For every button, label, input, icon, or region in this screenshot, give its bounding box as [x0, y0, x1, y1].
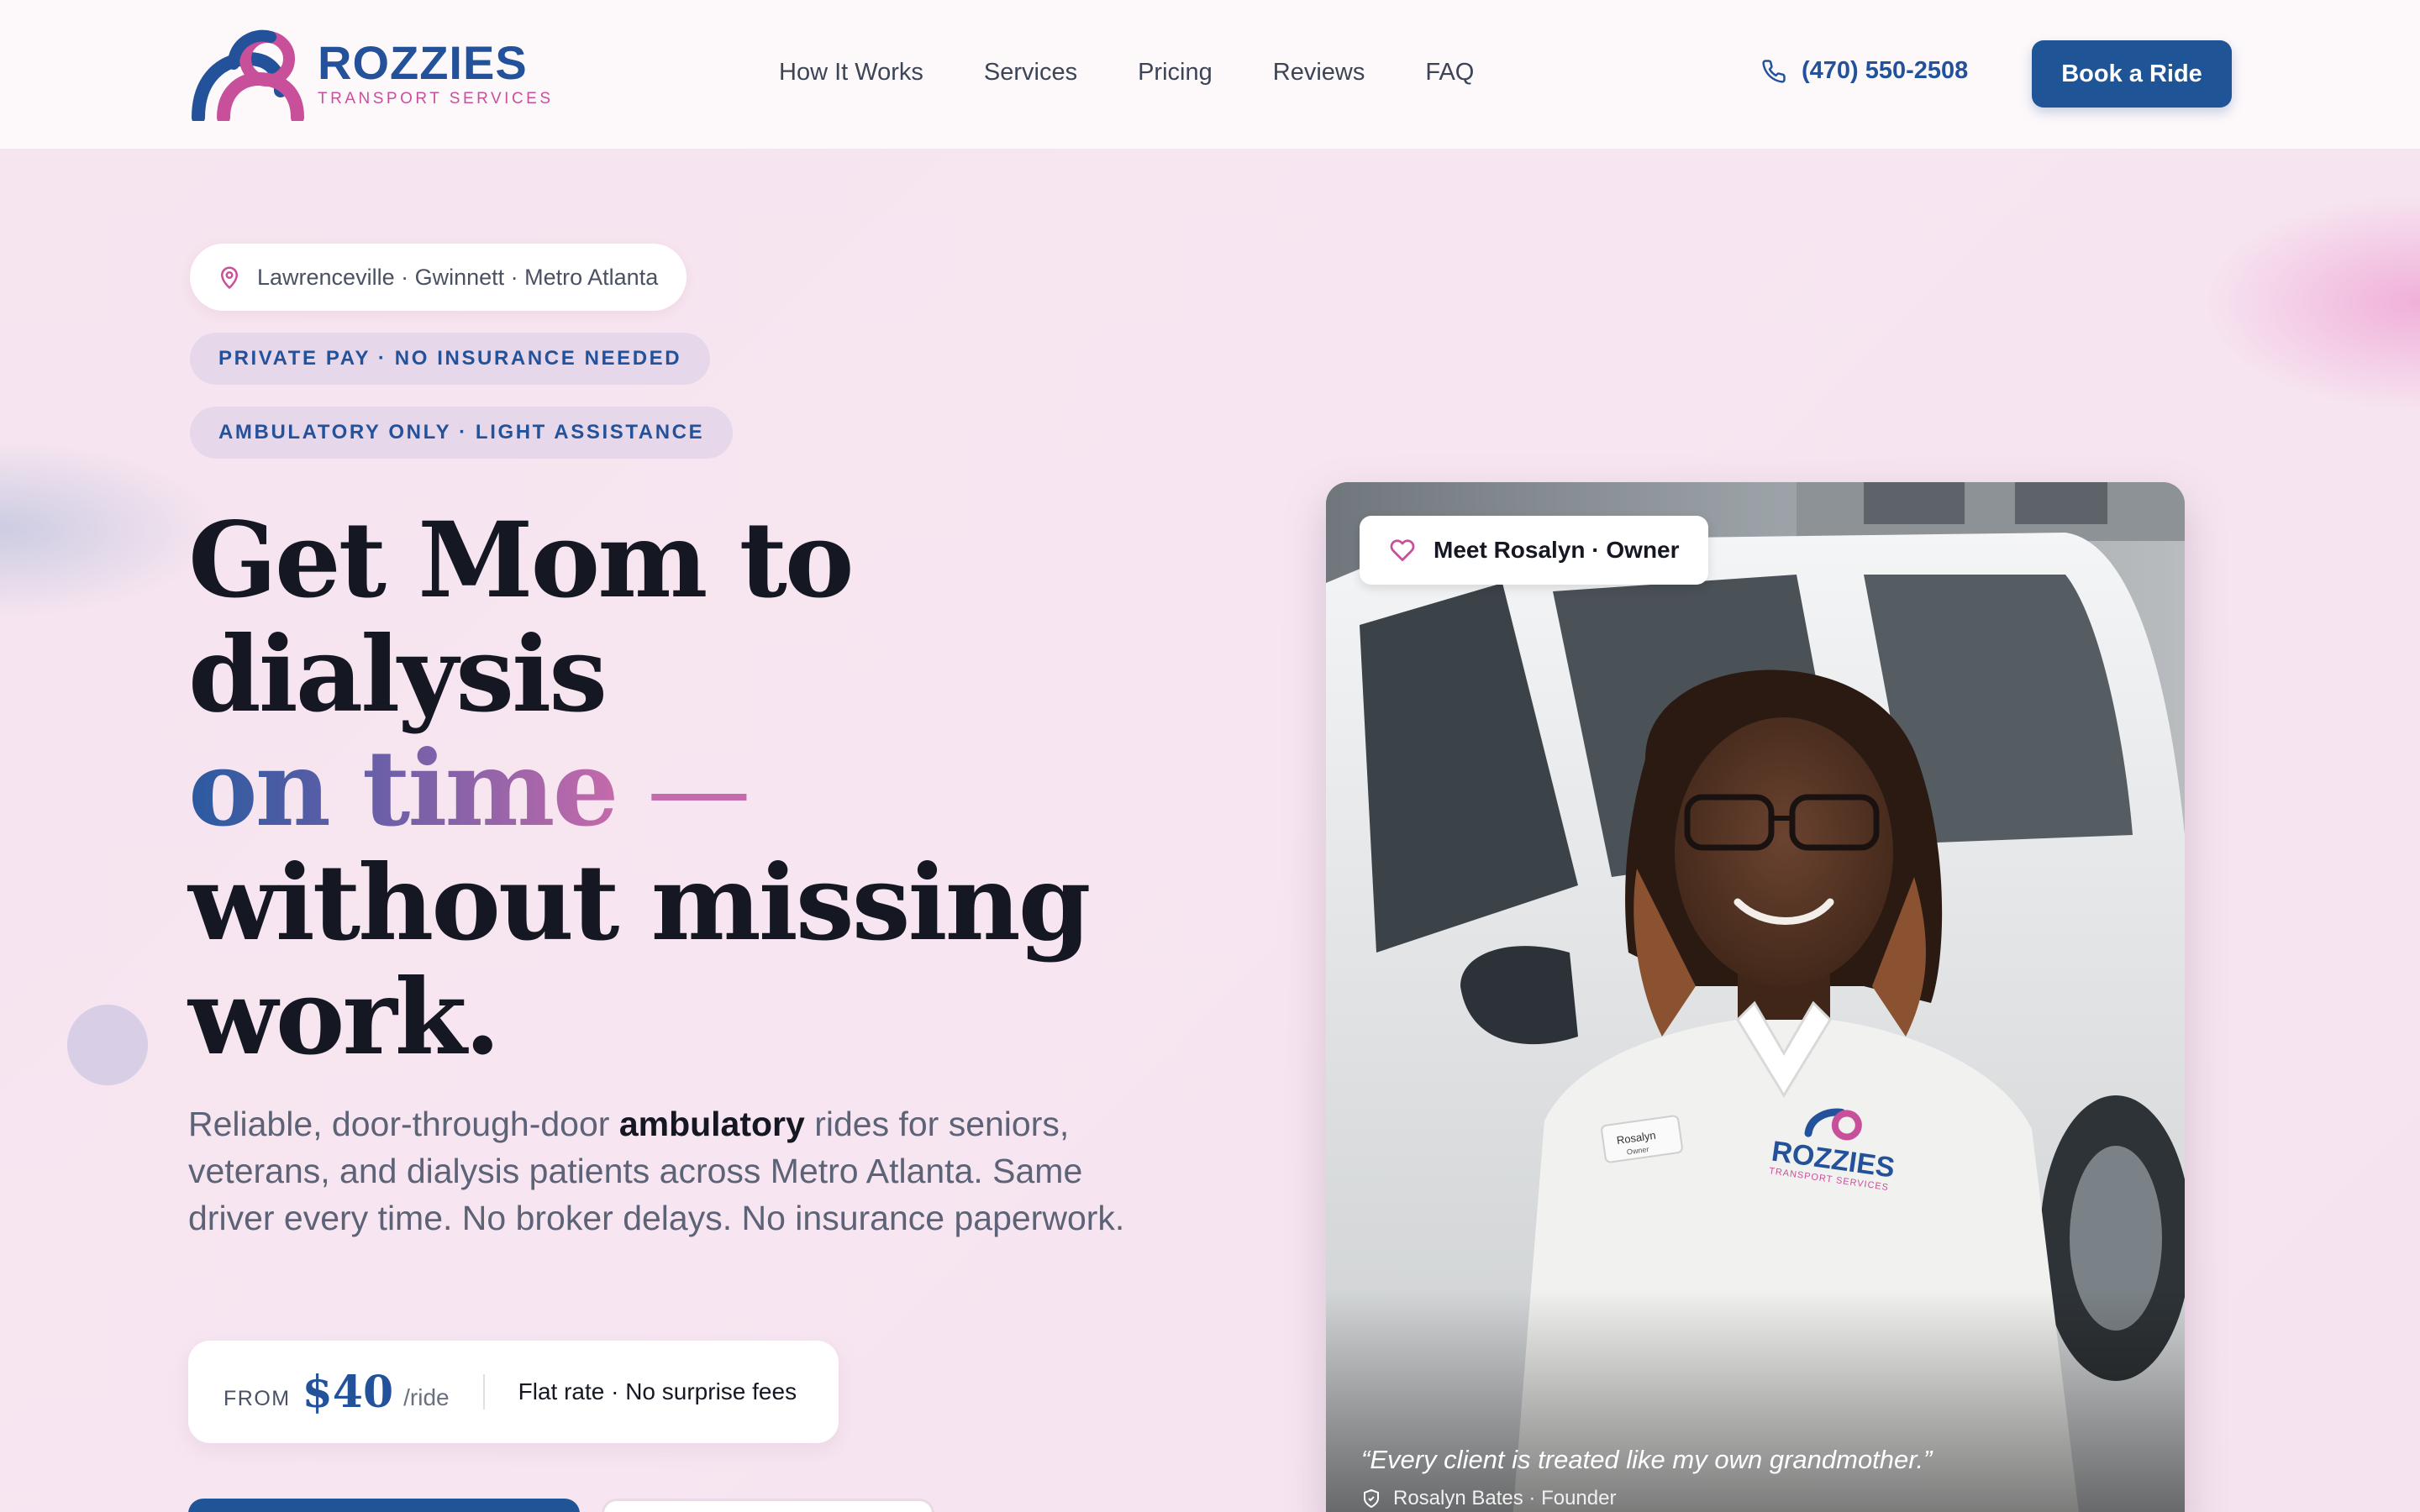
- logo-mark-icon: [192, 29, 304, 121]
- phone-number: (470) 550-2508: [1802, 57, 1969, 84]
- tag-private-pay: PRIVATE PAY · NO INSURANCE NEEDED: [190, 333, 711, 385]
- headline-highlight: on time: [188, 728, 619, 850]
- headline-line-2: dialysis: [188, 614, 608, 736]
- nav-link-services[interactable]: Services: [984, 59, 1077, 87]
- headline-line-5: work.: [188, 957, 501, 1079]
- page: ROZZIES TRANSPORT SERVICES How It Works …: [0, 0, 2420, 1512]
- decorative-bubble: [67, 1005, 148, 1085]
- brand-logo[interactable]: ROZZIES TRANSPORT SERVICES: [190, 27, 554, 121]
- price-from-label: FROM: [224, 1386, 291, 1410]
- phone-link[interactable]: (470) 550-2508: [1761, 57, 1968, 85]
- headline-line-1: Get Mom to: [188, 500, 855, 622]
- owner-byline-text: Rosalyn Bates · Founder: [1393, 1487, 1617, 1509]
- book-ride-button[interactable]: Book a Ride: [2032, 40, 2232, 108]
- phone-icon: [1762, 59, 1786, 83]
- price-amount: $40: [302, 1366, 394, 1418]
- hero-description: Reliable, door-through-door ambulatory r…: [188, 1100, 1138, 1242]
- headline-line-4: without missing: [188, 843, 1091, 964]
- owner-photo: Rosalyn Owner ROZZIES TRANSPORT SERVICES: [1326, 482, 2185, 1512]
- primary-cta-button[interactable]: [188, 1499, 580, 1512]
- brand-subtitle: TRANSPORT SERVICES: [318, 90, 554, 108]
- nav-link-pricing[interactable]: Pricing: [1138, 59, 1213, 87]
- owner-byline: Rosalyn Bates · Founder: [1361, 1487, 1616, 1510]
- location-text: Lawrenceville · Gwinnett · Metro Atlanta: [257, 264, 659, 290]
- headline-dash: —: [616, 729, 751, 850]
- price-unit: /ride: [403, 1384, 450, 1410]
- owner-photo-card: Rosalyn Owner ROZZIES TRANSPORT SERVICES…: [1326, 482, 2185, 1512]
- top-nav: ROZZIES TRANSPORT SERVICES How It Works …: [0, 0, 2420, 149]
- owner-quote: “Every client is treated like my own gra…: [1361, 1445, 1933, 1474]
- price-divider: [482, 1374, 485, 1410]
- nav-link-reviews[interactable]: Reviews: [1273, 59, 1365, 87]
- lead-text-start: Reliable, door-through-door: [188, 1105, 619, 1143]
- brand-name: ROZZIES: [318, 36, 528, 89]
- secondary-cta-button[interactable]: [602, 1499, 934, 1512]
- shield-icon: [1364, 1488, 1379, 1509]
- lead-text-bold: ambulatory: [618, 1105, 805, 1143]
- price-note: Flat rate · No surprise fees: [518, 1378, 797, 1404]
- main-menu: How It Works Services Pricing Reviews FA…: [779, 59, 1474, 87]
- meet-owner-badge: Meet Rosalyn · Owner: [1360, 516, 1708, 585]
- meet-owner-text: Meet Rosalyn · Owner: [1434, 537, 1680, 563]
- nav-link-how-it-works[interactable]: How It Works: [779, 59, 923, 87]
- price-card: FROM $40 /ride Flat rate · No surprise f…: [188, 1341, 839, 1443]
- nav-link-faq[interactable]: FAQ: [1425, 59, 1474, 87]
- hero-headline: Get Mom to dialysis on time — without mi…: [188, 504, 1091, 1075]
- heart-icon: [1390, 539, 1415, 561]
- location-pill: Lawrenceville · Gwinnett · Metro Atlanta: [190, 244, 687, 311]
- tag-ambulatory: AMBULATORY ONLY · LIGHT ASSISTANCE: [190, 407, 734, 459]
- map-pin-icon: [220, 266, 239, 290]
